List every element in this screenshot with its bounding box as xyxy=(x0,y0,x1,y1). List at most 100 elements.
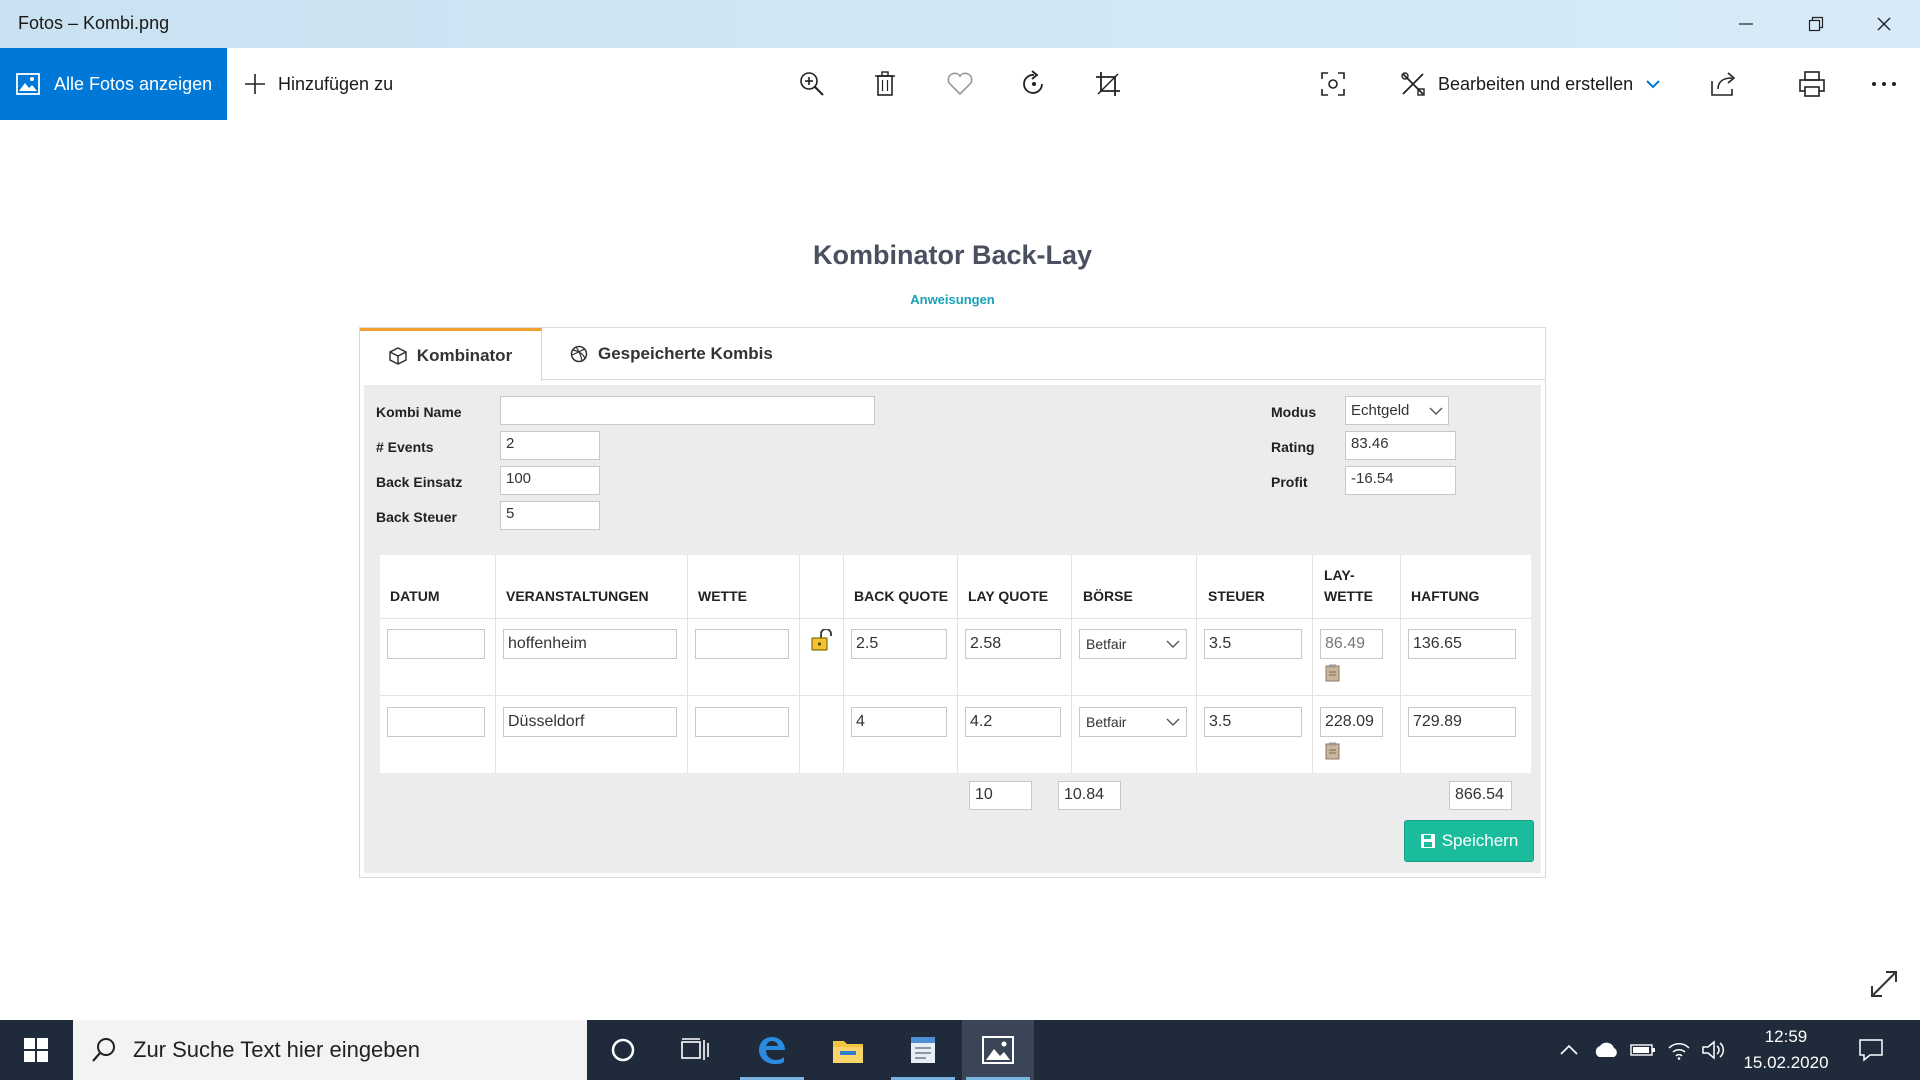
instructions-link[interactable]: Anweisungen xyxy=(0,292,1905,307)
row1-back-quote-input[interactable]: 2.5 xyxy=(851,629,947,659)
photos-taskbar-app[interactable] xyxy=(962,1020,1034,1080)
row1-steuer-input[interactable]: 3.5 xyxy=(1204,629,1302,659)
wifi-tray[interactable] xyxy=(1664,1020,1694,1080)
add-to-button[interactable]: Hinzufügen zu xyxy=(244,48,393,120)
action-center-button[interactable] xyxy=(1848,1020,1894,1080)
task-view-button[interactable] xyxy=(659,1020,731,1080)
print-button[interactable] xyxy=(1794,66,1830,102)
all-photos-button[interactable]: Alle Fotos anzeigen xyxy=(0,48,227,120)
modus-select[interactable]: Echtgeld xyxy=(1345,396,1449,425)
kombi-name-input[interactable] xyxy=(500,396,875,425)
document-app-icon xyxy=(911,1037,935,1063)
row1-lay-wette-input[interactable]: 86.49 xyxy=(1320,629,1383,659)
minimize-button[interactable] xyxy=(1716,0,1776,48)
battery-tray[interactable] xyxy=(1628,1020,1658,1080)
tab-saved-kombis[interactable]: Gespeicherte Kombis xyxy=(570,328,773,380)
crop-icon xyxy=(1096,72,1120,96)
profit-input[interactable]: -16.54 xyxy=(1345,466,1456,495)
row1-wette-input[interactable] xyxy=(695,629,789,659)
share-icon xyxy=(1711,72,1736,96)
chevron-down-icon xyxy=(1429,407,1443,415)
row2-lay-quote-input[interactable]: 4.2 xyxy=(965,707,1061,737)
wifi-icon xyxy=(1668,1043,1690,1060)
tab-bar: Kombinator Gespeicherte Kombis xyxy=(360,328,1545,381)
row2-wette-input[interactable] xyxy=(695,707,789,737)
row2-datum-input[interactable] xyxy=(387,707,485,737)
rotate-icon xyxy=(1023,70,1043,94)
row1-lay-quote-input[interactable]: 2.58 xyxy=(965,629,1061,659)
row1-veranstaltung-input[interactable]: hoffenheim xyxy=(503,629,677,659)
crop-button[interactable] xyxy=(1090,66,1126,102)
back-total-input[interactable]: 10 xyxy=(969,781,1032,810)
header-boerse: BÖRSE xyxy=(1083,588,1133,604)
header-lay-wette-line1: LAY- xyxy=(1324,567,1355,583)
fullscreen-icon[interactable] xyxy=(1868,968,1900,1000)
unlock-icon[interactable] xyxy=(809,629,837,653)
save-button[interactable]: Speichern xyxy=(1404,820,1534,862)
row2-steuer-input[interactable]: 3.5 xyxy=(1204,707,1302,737)
clipboard-icon[interactable] xyxy=(1325,742,1341,760)
haftung-total-input[interactable]: 866.54 xyxy=(1449,781,1512,810)
header-datum: DATUM xyxy=(390,588,440,604)
row2-veranstaltung-input[interactable]: Düsseldorf xyxy=(503,707,677,737)
share-button[interactable] xyxy=(1706,66,1742,102)
events-input[interactable]: 2 xyxy=(500,431,600,460)
taskbar-search[interactable]: Zur Suche Text hier eingeben xyxy=(73,1020,587,1080)
events-table: DATUM VERANSTALTUNGEN WETTE BACK QUOTE L… xyxy=(380,555,1531,773)
edge-icon xyxy=(759,1037,785,1064)
row1-datum-input[interactable] xyxy=(387,629,485,659)
rotate-button[interactable] xyxy=(1016,66,1052,102)
row2-boerse-select[interactable]: Betfair xyxy=(1079,707,1187,737)
photos-icon xyxy=(982,1036,1014,1064)
clock-date: 15.02.2020 xyxy=(1743,1053,1829,1072)
start-button[interactable] xyxy=(0,1020,72,1080)
close-icon xyxy=(1877,17,1891,31)
back-steuer-input[interactable]: 5 xyxy=(500,501,600,530)
onedrive-tray[interactable] xyxy=(1590,1020,1622,1080)
visual-search-button[interactable] xyxy=(1315,66,1351,102)
row2-haftung-input[interactable]: 729.89 xyxy=(1408,707,1516,737)
file-explorer-taskbar-app[interactable] xyxy=(812,1020,884,1080)
rating-input[interactable]: 83.46 xyxy=(1345,431,1456,460)
close-button[interactable] xyxy=(1854,0,1914,48)
header-haftung: HAFTUNG xyxy=(1411,588,1480,604)
chevron-up-icon xyxy=(1560,1044,1578,1055)
more-options-button[interactable] xyxy=(1866,66,1902,102)
edit-create-button[interactable]: Bearbeiten und erstellen xyxy=(1400,48,1661,120)
zoom-in-icon xyxy=(800,72,824,96)
lens-scan-icon xyxy=(1321,72,1345,96)
printer-icon xyxy=(1799,71,1825,97)
row2-lay-wette-input[interactable]: 228.09 xyxy=(1320,707,1383,737)
row2-back-quote-input[interactable]: 4 xyxy=(851,707,947,737)
taskbar-clock[interactable]: 12:59 15.02.2020 xyxy=(1736,1024,1836,1076)
page-title: Kombinator Back-Lay xyxy=(812,240,1093,270)
edit-create-label: Bearbeiten und erstellen xyxy=(1438,73,1634,94)
cube-icon xyxy=(389,347,407,365)
show-hidden-icons-button[interactable] xyxy=(1556,1020,1582,1080)
favorite-button[interactable] xyxy=(942,66,978,102)
lay-total-input[interactable]: 10.84 xyxy=(1058,781,1121,810)
windows-logo-icon xyxy=(24,1038,48,1062)
taskbar: Zur Suche Text hier eingeben 12:59 15.02… xyxy=(0,1020,1920,1080)
chevron-down-icon xyxy=(1166,640,1180,648)
row1-haftung-input[interactable]: 136.65 xyxy=(1408,629,1516,659)
minimize-icon xyxy=(1739,23,1753,25)
restore-button[interactable] xyxy=(1786,0,1846,48)
cortana-icon xyxy=(611,1038,635,1062)
row1-boerse-select[interactable]: Betfair xyxy=(1079,629,1187,659)
delete-button[interactable] xyxy=(867,66,903,102)
volume-tray[interactable] xyxy=(1698,1020,1728,1080)
clipboard-icon[interactable] xyxy=(1325,664,1341,682)
tab-kombinator-label: Kombinator xyxy=(416,346,513,365)
document-taskbar-app[interactable] xyxy=(887,1020,959,1080)
back-steuer-label: Back Steuer xyxy=(376,509,457,525)
floppy-disk-icon xyxy=(1420,834,1435,848)
back-einsatz-input[interactable]: 100 xyxy=(500,466,600,495)
zoom-button[interactable] xyxy=(794,66,830,102)
cortana-button[interactable] xyxy=(587,1020,659,1080)
edge-taskbar-app[interactable] xyxy=(736,1020,808,1080)
tab-kombinator[interactable]: Kombinator xyxy=(360,328,542,381)
trash-icon xyxy=(875,71,895,96)
modus-value: Echtgeld xyxy=(1351,402,1410,419)
save-button-label: Speichern xyxy=(1441,831,1519,850)
